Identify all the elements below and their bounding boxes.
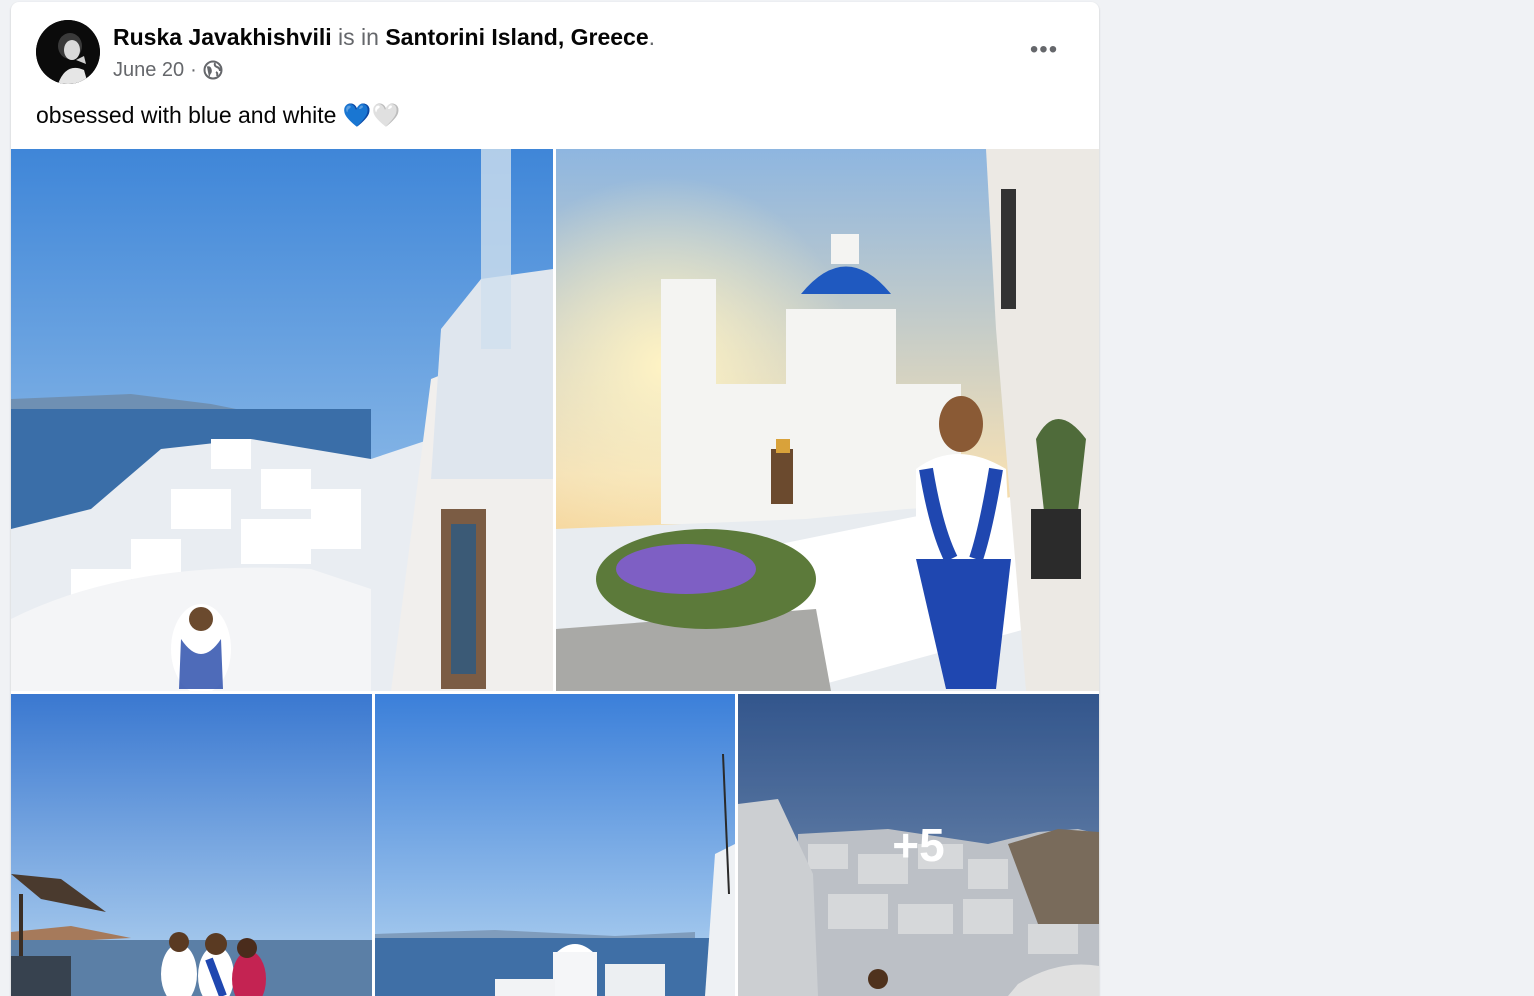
more-photos-count: +5 (892, 819, 945, 871)
post-header-line: Ruska Javakhishvili is in Santorini Isla… (113, 23, 655, 51)
photo-1[interactable] (11, 149, 553, 691)
globe-icon[interactable] (203, 60, 223, 80)
connector-text: is in (331, 24, 386, 50)
period-text: . (648, 24, 656, 50)
photo-3-image (11, 694, 372, 996)
photo-2[interactable] (556, 149, 1099, 691)
photo-2-image (556, 149, 1099, 691)
post-meta: June 20 · (113, 58, 223, 82)
photo-5[interactable]: +5 (738, 694, 1099, 996)
photo-4[interactable] (375, 694, 735, 996)
more-options-label: ••• (1029, 36, 1059, 63)
location-link[interactable]: Santorini Island, Greece (385, 24, 648, 50)
author-name[interactable]: Ruska Javakhishvili (113, 24, 332, 50)
avatar[interactable] (36, 20, 100, 84)
photo-1-image (11, 149, 553, 691)
ellipsis-icon[interactable]: ••• (1022, 32, 1066, 68)
feed-post: Ruska Javakhishvili is in Santorini Isla… (11, 2, 1099, 996)
more-photos-overlay[interactable]: +5 (738, 694, 1099, 996)
post-text: obsessed with blue and white 💙🤍 (36, 102, 401, 128)
photo-3[interactable] (11, 694, 372, 996)
photo-4-image (375, 694, 735, 996)
post-date[interactable]: June 20 (113, 58, 184, 82)
meta-separator: · (190, 59, 197, 81)
